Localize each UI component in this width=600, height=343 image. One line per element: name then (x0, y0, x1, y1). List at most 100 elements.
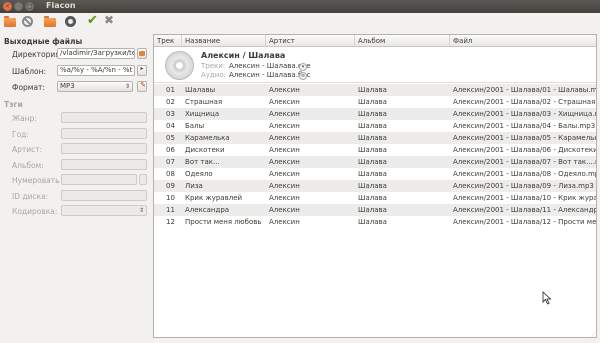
track-album: Шалава (358, 146, 387, 154)
maximize-window-button[interactable]: □ (25, 2, 34, 11)
track-file: Алексин/2001 - Шалава/03 - Хищница.mp3 (453, 110, 596, 118)
menu-icon: ≡ (300, 73, 306, 79)
format-value: MP3 (60, 82, 75, 90)
mouse-cursor-icon (542, 291, 552, 305)
track-artist: Алексин (269, 218, 300, 226)
chevron-updown-icon: ⇕ (138, 207, 144, 214)
track-number: 02 (166, 98, 175, 106)
encoding-select[interactable]: ⇕ (61, 205, 147, 216)
track-number: 08 (166, 170, 175, 178)
edit-icon: ✎ (140, 81, 146, 89)
close-window-button[interactable]: × (3, 2, 12, 11)
artist-input[interactable] (61, 143, 147, 154)
track-artist: Алексин (269, 122, 300, 130)
track-rows: 01 Шалавы Алексин Шалава Алексин/2001 - … (154, 84, 596, 228)
track-number: 06 (166, 146, 175, 154)
track-artist: Алексин (269, 182, 300, 190)
audio-key: Аудио: (201, 71, 226, 79)
add-file-button[interactable] (3, 15, 17, 29)
disc-id-input[interactable] (61, 190, 147, 201)
start-button[interactable]: ✔ (86, 13, 100, 29)
gear-icon (65, 16, 76, 27)
disc-row[interactable]: Алексин / Шалава Треки: Алексин - Шалава… (154, 48, 596, 83)
genre-input[interactable] (61, 112, 147, 123)
chevron-down-icon: ▾ (301, 64, 305, 70)
year-input[interactable] (61, 128, 147, 139)
pattern-label: Шаблон: (12, 67, 47, 76)
track-artist: Алексин (269, 86, 300, 94)
table-row[interactable]: 11 Александра Алексин Шалава Алексин/200… (154, 204, 596, 216)
table-row[interactable]: 10 Крик журавлей Алексин Шалава Алексин/… (154, 192, 596, 204)
table-row[interactable]: 06 Дискотеки Алексин Шалава Алексин/2001… (154, 144, 596, 156)
column-header-title[interactable]: Название (182, 35, 266, 47)
genre-label: Жанр: (12, 114, 37, 123)
track-title: Дискотеки (185, 146, 225, 154)
track-title: Александра (185, 206, 230, 214)
column-header-track[interactable]: Трек (154, 35, 182, 47)
settings-panel: Выходные файлы Директория: /vladimir/Заг… (0, 32, 151, 343)
table-row[interactable]: 09 Лиза Алексин Шалава Алексин/2001 - Ша… (154, 180, 596, 192)
table-row[interactable]: 12 Прости меня любовь Алексин Шалава Але… (154, 216, 596, 228)
table-row[interactable]: 03 Хищница Алексин Шалава Алексин/2001 -… (154, 108, 596, 120)
track-number: 03 (166, 110, 175, 118)
directory-browse-button[interactable] (137, 48, 147, 59)
album-input[interactable] (61, 159, 147, 170)
track-title: Хищница (185, 110, 220, 118)
table-row[interactable]: 07 Вот так... Алексин Шалава Алексин/200… (154, 156, 596, 168)
track-album: Шалава (358, 110, 387, 118)
column-header-file[interactable]: Файл (450, 35, 596, 47)
column-header-artist[interactable]: Артист (266, 35, 355, 47)
table-row[interactable]: 05 Карамелька Алексин Шалава Алексин/200… (154, 132, 596, 144)
table-row[interactable]: 02 Страшная Алексин Шалава Алексин/2001 … (154, 96, 596, 108)
track-number: 10 (166, 194, 175, 202)
directory-input[interactable]: /vladimir/Загрузки/test (57, 48, 135, 59)
table-header: Трек Название Артист Альбом Файл (154, 35, 596, 47)
abort-button[interactable]: ✖ (102, 13, 116, 29)
chevron-updown-icon: ⇕ (124, 83, 130, 90)
maximize-icon: □ (26, 3, 33, 10)
table-row[interactable]: 04 Балы Алексин Шалава Алексин/2001 - Ша… (154, 120, 596, 132)
title-bar: × – □ Flacon (0, 0, 600, 13)
toolbar: ✔ ✖ (0, 13, 600, 31)
track-album: Шалава (358, 86, 387, 94)
album-label: Альбом: (12, 161, 44, 170)
track-file: Алексин/2001 - Шалава/12 - Прости меня..… (453, 218, 596, 226)
track-album: Шалава (358, 134, 387, 142)
track-title: Карамелька (185, 134, 230, 142)
track-number: 05 (166, 134, 175, 142)
minimize-window-button[interactable]: – (14, 2, 23, 11)
track-album: Шалава (358, 206, 387, 214)
track-artist: Алексин (269, 170, 300, 178)
folder-icon (139, 51, 145, 56)
track-artist: Алексин (269, 98, 300, 106)
table-row[interactable]: 08 Одеяло Алексин Шалава Алексин/2001 - … (154, 168, 596, 180)
format-config-button[interactable]: ✎ (137, 81, 147, 92)
track-album: Шалава (358, 218, 387, 226)
menu-icon: ▸ (140, 65, 144, 72)
track-album: Шалава (358, 182, 387, 190)
remove-button[interactable] (21, 15, 35, 29)
track-table[interactable]: Трек Название Артист Альбом Файл Алексин… (153, 34, 597, 338)
table-row[interactable]: 01 Шалавы Алексин Шалава Алексин/2001 - … (154, 84, 596, 96)
format-select[interactable]: MP3 ⇕ (57, 81, 133, 92)
tracks-select-button[interactable]: ▾ (299, 63, 307, 71)
numbering-input[interactable] (61, 174, 137, 185)
track-artist: Алексин (269, 206, 300, 214)
track-album: Шалава (358, 122, 387, 130)
track-title: Балы (185, 122, 205, 130)
pattern-menu-button[interactable]: ▸ (137, 65, 147, 76)
resize-grip-icon[interactable]: ⋰ (589, 332, 597, 340)
column-header-album[interactable]: Альбом (355, 35, 450, 47)
add-dir-button[interactable] (43, 15, 57, 29)
track-title: Прости меня любовь (185, 218, 262, 226)
format-label: Формат: (12, 83, 45, 92)
track-file: Алексин/2001 - Шалава/11 - Александра... (453, 206, 596, 214)
pattern-input[interactable]: %a/%y - %A/%n - %t (57, 65, 135, 76)
track-artist: Алексин (269, 158, 300, 166)
track-file: Алексин/2001 - Шалава/10 - Крик журавл..… (453, 194, 596, 202)
numbering-spinner[interactable] (139, 174, 147, 185)
audio-select-button[interactable]: ≡ (299, 72, 307, 80)
settings-button[interactable] (64, 15, 78, 29)
tracks-key: Треки: (201, 62, 226, 70)
track-title: Вот так... (185, 158, 220, 166)
